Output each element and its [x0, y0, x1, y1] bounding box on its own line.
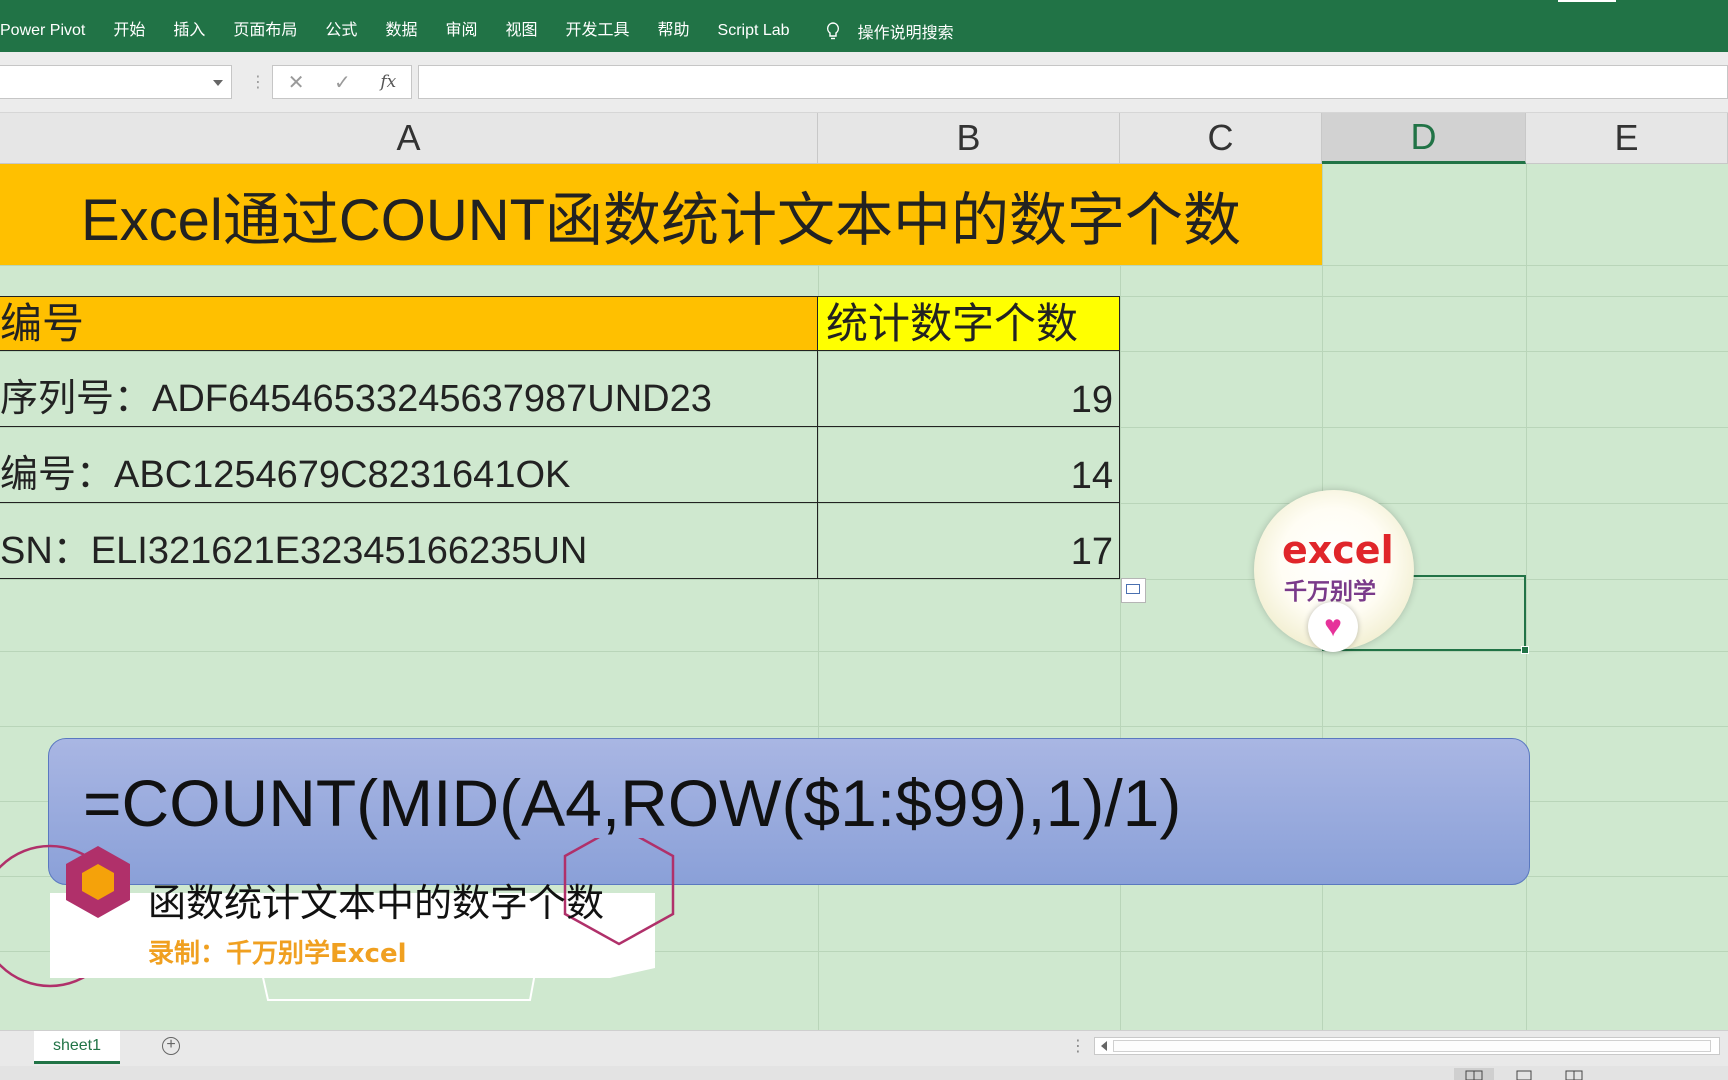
cell-b-value: 17: [1070, 531, 1113, 573]
cell-b-value: 14: [1070, 455, 1113, 497]
formula-bar-buttons: ✕ ✓ fx: [272, 65, 412, 99]
sheet-title: Excel通过COUNT函数统计文本中的数字个数: [80, 187, 1242, 253]
paste-options-icon: [1126, 584, 1140, 594]
header-label-b: 统计数字个数: [826, 300, 1079, 347]
header-cell-a[interactable]: 编号: [0, 296, 818, 351]
column-header-b[interactable]: B: [818, 113, 1120, 164]
tab-page-layout[interactable]: 页面布局: [219, 18, 311, 44]
caption-overlay: 函数统计文本中的数字个数 录制：千万别学Excel: [0, 838, 675, 1001]
tab-split-handle-icon[interactable]: ⋮: [1070, 1036, 1086, 1056]
excel-logo-watermark: excel 千万别学 ♥: [1254, 490, 1414, 652]
tell-me-search[interactable]: 操作说明搜索: [826, 18, 954, 44]
tab-formulas[interactable]: 公式: [311, 18, 371, 44]
cell-a-value: SN：ELI321621E32345166235UN: [0, 530, 588, 572]
formula-input[interactable]: [418, 65, 1728, 99]
formula-bar-grip-icon[interactable]: ⋮: [250, 72, 266, 92]
cell-a-row1[interactable]: 序列号：ADF64546533245637987UND23: [0, 351, 818, 427]
cell-b-row3[interactable]: 17: [817, 503, 1120, 579]
name-box[interactable]: [0, 65, 232, 99]
paste-options-button[interactable]: [1121, 578, 1146, 603]
lightbulb-icon: [826, 22, 839, 40]
caption-subtitle: 录制：千万别学Excel: [148, 938, 407, 969]
tab-power-pivot[interactable]: Power Pivot: [0, 18, 99, 44]
column-header-c[interactable]: C: [1120, 113, 1322, 164]
page-layout-view-icon[interactable]: [1504, 1068, 1544, 1080]
enter-check-icon[interactable]: ✓: [334, 70, 351, 95]
gridline: [0, 651, 1728, 652]
cell-a-row3[interactable]: SN：ELI321621E32345166235UN: [0, 503, 818, 579]
cell-a-value: 编号：ABC1254679C8231641OK: [0, 454, 571, 496]
cancel-icon[interactable]: ✕: [288, 70, 305, 95]
formula-banner-text: =COUNT(MID(A4,ROW($1:$99),1)/1): [83, 766, 1182, 840]
normal-view-icon[interactable]: [1454, 1068, 1494, 1080]
header-label-a: 编号: [0, 300, 85, 347]
sheet-title-cell[interactable]: Excel通过COUNT函数统计文本中的数字个数: [0, 164, 1322, 265]
status-bar: [0, 1066, 1728, 1080]
gridline: [1526, 164, 1527, 1030]
horizontal-scrollbar[interactable]: [1094, 1037, 1720, 1055]
tab-home[interactable]: 开始: [99, 18, 159, 44]
cell-b-value: 19: [1070, 379, 1113, 421]
cell-b-row1[interactable]: 19: [817, 351, 1120, 427]
logo-text-brand: 千万别学: [1284, 578, 1376, 604]
scrollbar-thumb[interactable]: [1113, 1040, 1711, 1052]
logo-text-excel: excel: [1282, 528, 1394, 572]
header-cell-b[interactable]: 统计数字个数: [817, 296, 1120, 351]
tab-view[interactable]: 视图: [491, 18, 551, 44]
caption-title: 函数统计文本中的数字个数: [148, 881, 604, 925]
tab-data[interactable]: 数据: [371, 18, 431, 44]
cell-a-value: 序列号：ADF64546533245637987UND23: [0, 378, 712, 420]
tab-script-lab[interactable]: Script Lab: [704, 18, 804, 44]
tab-help[interactable]: 帮助: [644, 18, 704, 44]
cell-b-row2[interactable]: 14: [817, 427, 1120, 503]
tab-insert[interactable]: 插入: [159, 18, 219, 44]
formula-bar: ⋮ ✕ ✓ fx: [0, 52, 1728, 113]
sheet-tab-bar: sheet1 + ⋮: [0, 1030, 1728, 1067]
gridline: [818, 164, 819, 1030]
gridline: [0, 726, 1728, 727]
column-header-e[interactable]: E: [1526, 113, 1728, 164]
cell-a-row2[interactable]: 编号：ABC1254679C8231641OK: [0, 427, 818, 503]
fill-handle[interactable]: [1521, 646, 1529, 654]
add-sheet-icon[interactable]: +: [162, 1037, 180, 1055]
tab-developer[interactable]: 开发工具: [551, 18, 643, 44]
scroll-left-icon[interactable]: [1101, 1041, 1107, 1051]
sheet-tab-label: sheet1: [52, 1037, 102, 1054]
tab-review[interactable]: 审阅: [431, 18, 491, 44]
sheet-tab-sheet1[interactable]: sheet1: [34, 1031, 120, 1064]
ribbon: Power Pivot 开始 插入 页面布局 公式 数据 审阅 视图 开发工具 …: [0, 0, 1728, 52]
ribbon-tabs: Power Pivot 开始 插入 页面布局 公式 数据 审阅 视图 开发工具 …: [0, 18, 954, 44]
page-break-view-icon[interactable]: [1554, 1068, 1594, 1080]
column-header-d[interactable]: D: [1322, 113, 1526, 164]
window-control-fragment: [1558, 0, 1616, 2]
insert-function-icon[interactable]: fx: [380, 72, 396, 92]
heart-icon: ♥: [1308, 602, 1358, 652]
chevron-down-icon[interactable]: [213, 80, 223, 86]
gridline: [0, 265, 1728, 266]
column-header-a[interactable]: A: [0, 113, 818, 164]
tell-me-search-label: 操作说明搜索: [857, 25, 954, 42]
